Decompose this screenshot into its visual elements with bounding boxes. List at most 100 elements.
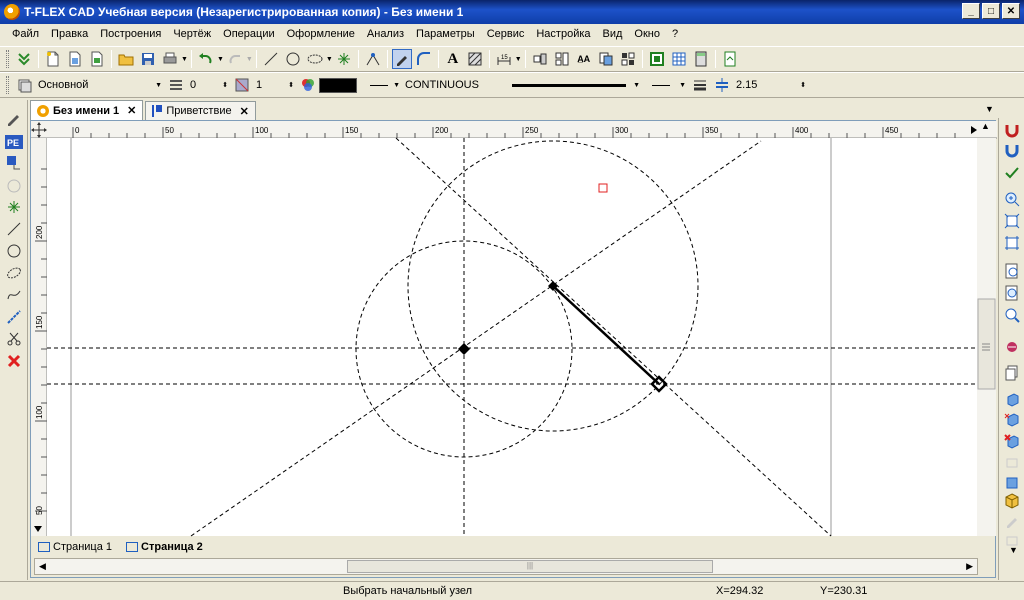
tab-untitled-1[interactable]: Без имени 1 ✕ [30,100,144,120]
zoom-previous-icon[interactable] [1002,284,1022,302]
model-tree-icon[interactable] [4,154,24,172]
new-file-icon[interactable] [43,49,63,69]
menu-drawing[interactable]: Чертёж [167,28,217,40]
menu-operations[interactable]: Операции [217,28,280,40]
circle-tool-icon[interactable] [4,242,24,260]
new-3d-file-icon[interactable] [65,49,85,69]
parameters-panel-icon[interactable]: PE [4,133,24,151]
color-swatch[interactable] [319,77,357,93]
menu-service[interactable]: Сервис [481,28,531,40]
print-dropdown-icon[interactable]: ▼ [181,56,188,63]
delete-icon[interactable] [4,352,24,370]
dimension-icon[interactable]: 15 [494,49,514,69]
undo-dropdown-icon[interactable]: ▼ [217,56,224,63]
width-spinner[interactable]: 2.15 ⬍ [733,76,809,94]
menu-analysis[interactable]: Анализ [361,28,410,40]
zoom-page-icon[interactable] [1002,262,1022,280]
sketch-pencil-icon[interactable] [391,49,412,69]
page-tab-1[interactable]: Страница 1 [34,541,116,553]
tabs-menu-icon[interactable]: ▼ [985,104,994,114]
node-icon[interactable] [334,49,354,69]
redo-icon[interactable] [225,49,245,69]
canvas-svg[interactable]: 0 50 100 150 200 250 300 350 400 450 200… [31,121,997,579]
menu-construct[interactable]: Построения [94,28,167,40]
color-palette-icon[interactable] [298,75,318,95]
3d-rotate-icon[interactable] [1002,410,1022,428]
new-template-icon[interactable] [87,49,107,69]
spline-tool-icon[interactable] [4,286,24,304]
menu-parameters[interactable]: Параметры [410,28,481,40]
text-style-icon[interactable]: A̲A [574,49,594,69]
horizontal-scrollbar[interactable]: ◀ ||| ▶ [34,558,978,575]
circle-icon[interactable] [283,49,303,69]
dimension-dropdown-icon[interactable]: ▼ [515,56,522,63]
pan-icon[interactable] [1002,338,1022,356]
regenerate-icon[interactable] [720,49,740,69]
menu-edit[interactable]: Правка [45,28,94,40]
3d-cube-icon[interactable] [1002,492,1022,510]
close-tab-icon[interactable]: ✕ [240,105,249,118]
calculator-icon[interactable] [691,49,711,69]
page-tab-2[interactable]: Страница 2 [122,541,207,553]
fragment-icon[interactable] [530,49,550,69]
ellipse-icon[interactable] [305,49,325,69]
variables-icon[interactable] [618,49,638,69]
node-tool-icon[interactable] [4,198,24,216]
menu-help[interactable]: ? [666,28,684,40]
grid-icon[interactable] [669,49,689,69]
undo-icon[interactable] [196,49,216,69]
pencil-icon[interactable] [4,110,24,128]
text-icon[interactable]: A [443,49,463,69]
scroll-right-icon[interactable]: ▶ [966,561,973,572]
scroll-down-icon[interactable]: ▼ [1009,545,1018,555]
save-icon[interactable] [138,49,158,69]
snap-check-icon[interactable] [1002,164,1022,182]
zoom-window-icon[interactable] [1002,212,1022,230]
menu-format[interactable]: Оформление [281,28,361,40]
maximize-button[interactable]: □ [982,3,1000,19]
menu-window[interactable]: Окно [628,28,666,40]
scroll-up-icon[interactable]: ▲ [981,121,990,131]
chevrons-icon[interactable] [14,49,34,69]
zoom-fit-icon[interactable] [647,49,667,69]
menu-file[interactable]: Файл [6,28,45,40]
zoom-in-icon[interactable] [1002,190,1022,208]
close-button[interactable]: ✕ [1002,3,1020,19]
zoom-all-icon[interactable] [1002,306,1022,324]
layer-select[interactable]: Основной ▼ [35,76,165,94]
view-icon[interactable] [552,49,572,69]
3d-view-icon[interactable] [1002,390,1022,408]
ellipse-tool-icon[interactable] [4,264,24,282]
drawing-page[interactable] [47,138,977,536]
tab-welcome[interactable]: Приветствие ✕ [145,101,256,120]
redo-dropdown-icon[interactable]: ▼ [246,56,253,63]
line-end-select[interactable]: ▼ [649,76,689,94]
snap-magnet-icon[interactable] [1002,122,1022,140]
app-logo-icon[interactable] [4,4,20,20]
drawing-canvas[interactable]: 0 50 100 150 200 250 300 350 400 450 200… [30,120,997,579]
minimize-button[interactable]: _ [962,3,980,19]
pages-icon[interactable] [1002,364,1022,382]
print-icon[interactable] [160,49,180,69]
zoom-extents-icon[interactable] [1002,234,1022,252]
menu-settings[interactable]: Настройка [530,28,596,40]
close-tab-icon[interactable]: ✕ [127,104,136,117]
hatch-icon[interactable] [465,49,485,69]
scissors-icon[interactable] [4,330,24,348]
priority-spinner[interactable]: 1 ⬍ [253,76,297,94]
line-icon[interactable] [261,49,281,69]
menu-view[interactable]: Вид [597,28,629,40]
fillet-icon[interactable] [414,49,434,69]
3d-box-icon[interactable] [1002,474,1022,492]
copy-icon[interactable] [596,49,616,69]
open-folder-icon[interactable] [116,49,136,69]
line-style-select[interactable]: ▼ [367,76,403,94]
line-tool-icon[interactable] [4,220,24,238]
edit-tool-icon[interactable] [4,308,24,326]
construct-tool-icon[interactable] [363,49,383,69]
scroll-left-icon[interactable]: ◀ [39,561,46,572]
linetype-select[interactable]: ▼ [509,76,643,94]
snap-options-icon[interactable] [1002,142,1022,160]
level-spinner[interactable]: 0 ⬍ [187,76,231,94]
3d-cut-icon[interactable] [1002,432,1022,450]
